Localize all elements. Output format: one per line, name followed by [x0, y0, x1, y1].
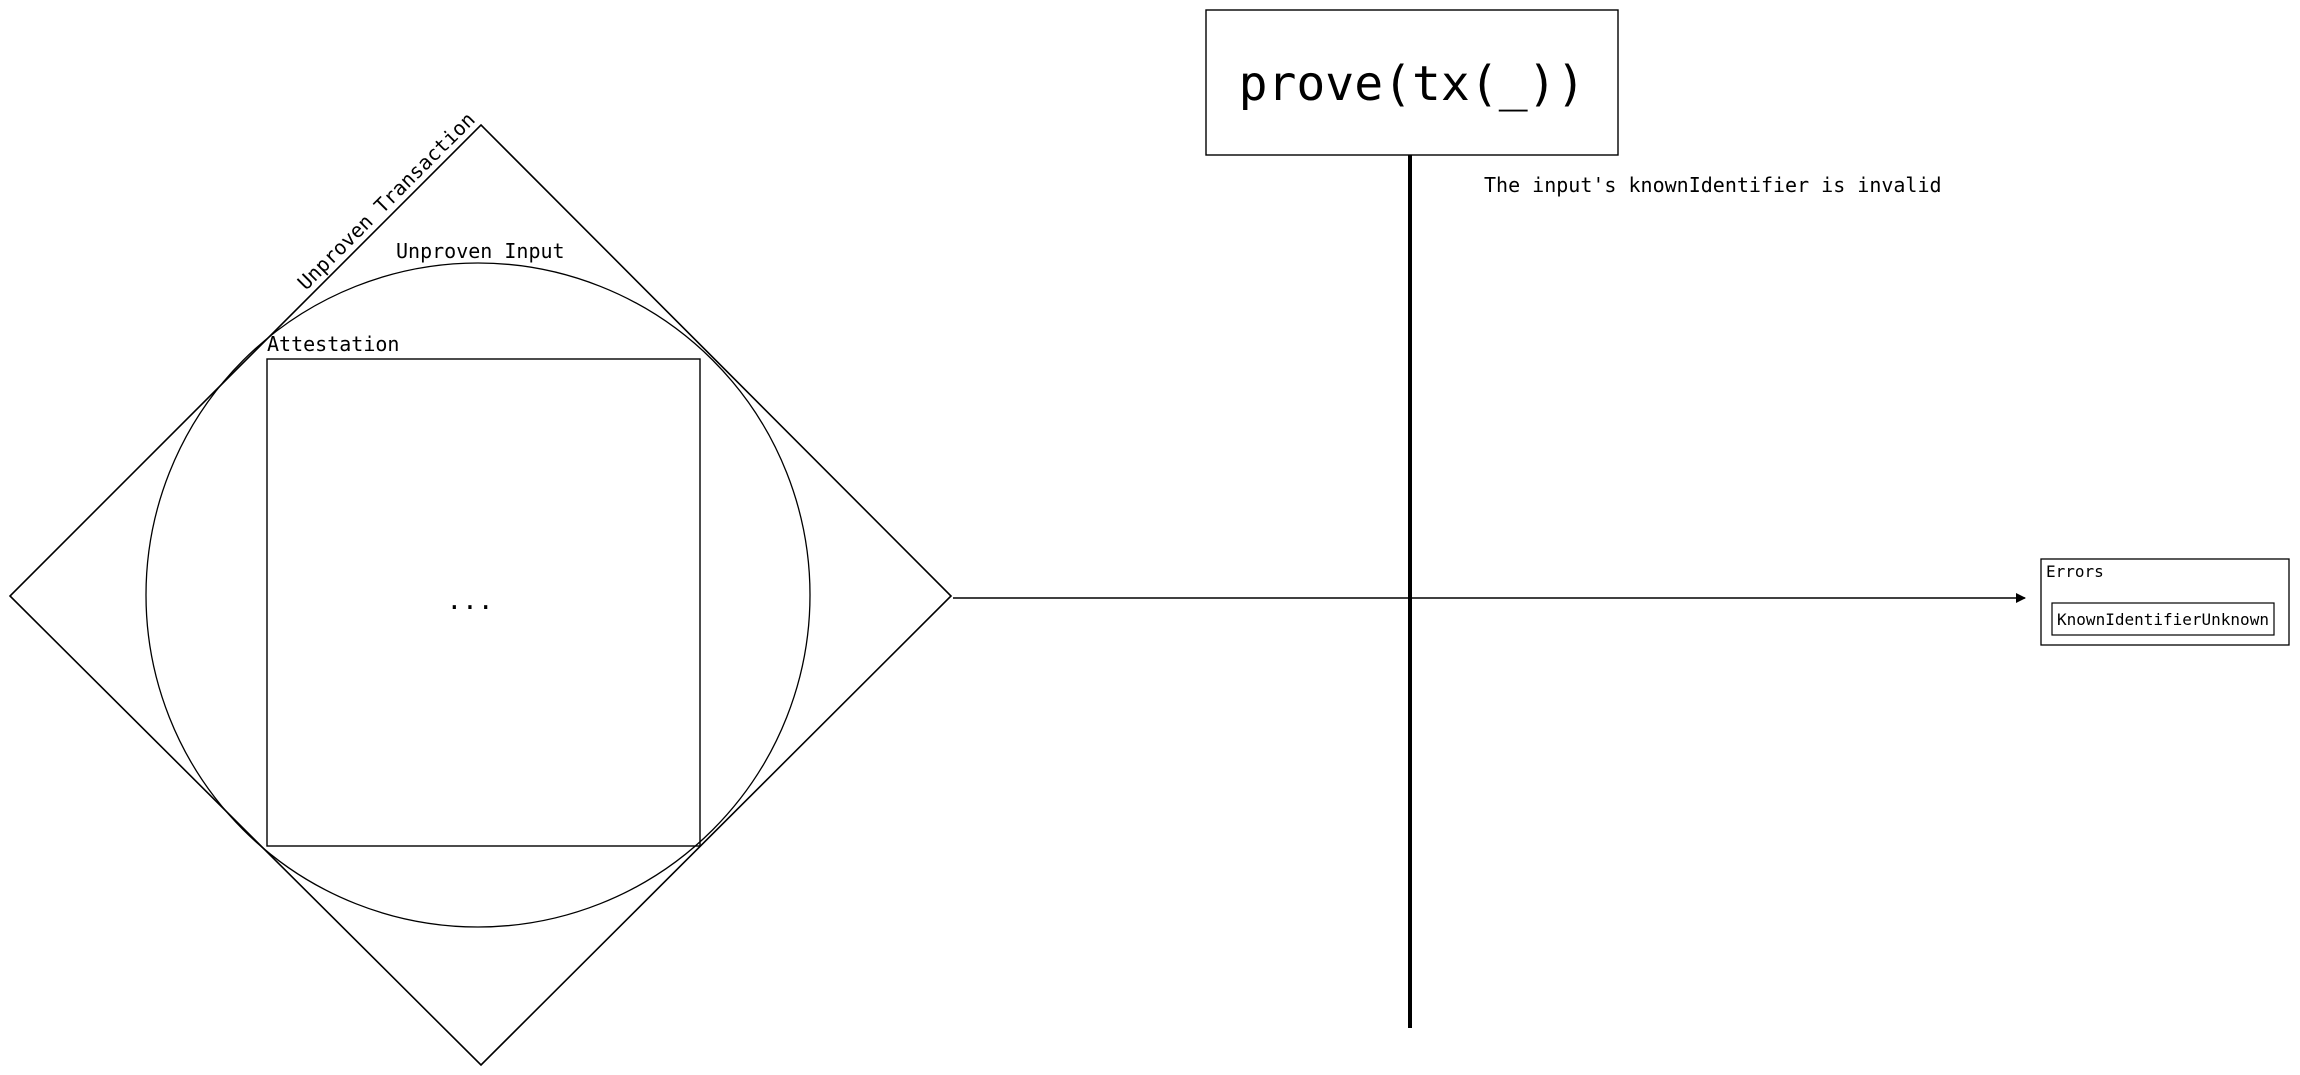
error-item-known-identifier-unknown: KnownIdentifierUnknown	[2057, 610, 2269, 629]
prove-function-label: prove(tx(_))	[1239, 56, 1586, 112]
barrier-reason: The input's knownIdentifier is invalid	[1484, 173, 1942, 197]
diagram-canvas: Unproven Transaction Unproven Input Atte…	[8, 9, 2290, 1067]
attestation-label: Attestation	[267, 332, 399, 356]
unproven-transaction-label: Unproven Transaction	[293, 107, 480, 294]
errors-title: Errors	[2046, 562, 2104, 581]
unproven-input-label: Unproven Input	[396, 239, 565, 263]
attestation-content: ...	[447, 586, 494, 616]
